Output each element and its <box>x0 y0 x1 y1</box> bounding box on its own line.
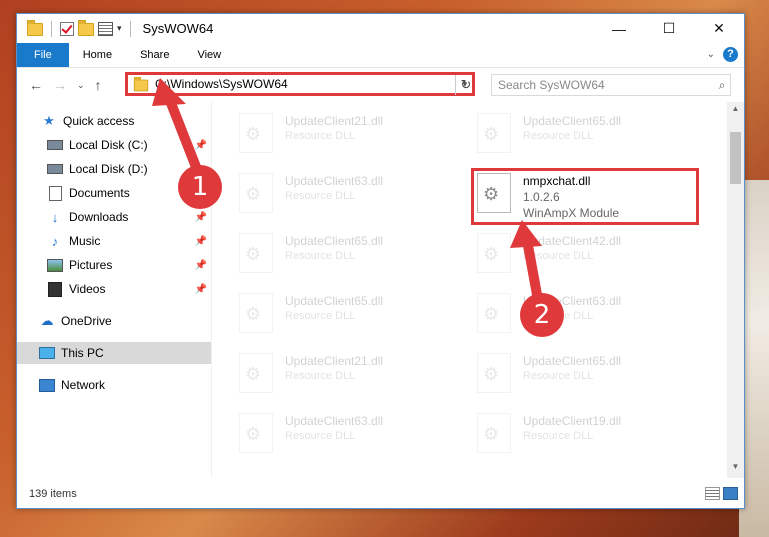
arrowhead-1 <box>152 78 186 106</box>
step-badge-2: 2 <box>520 293 564 337</box>
arrow-to-address-bar <box>164 93 203 177</box>
arrowhead-2 <box>510 220 542 248</box>
annotation-arrows <box>152 78 543 305</box>
step-badge-1: 1 <box>178 165 222 209</box>
arrow-to-file <box>522 235 543 305</box>
